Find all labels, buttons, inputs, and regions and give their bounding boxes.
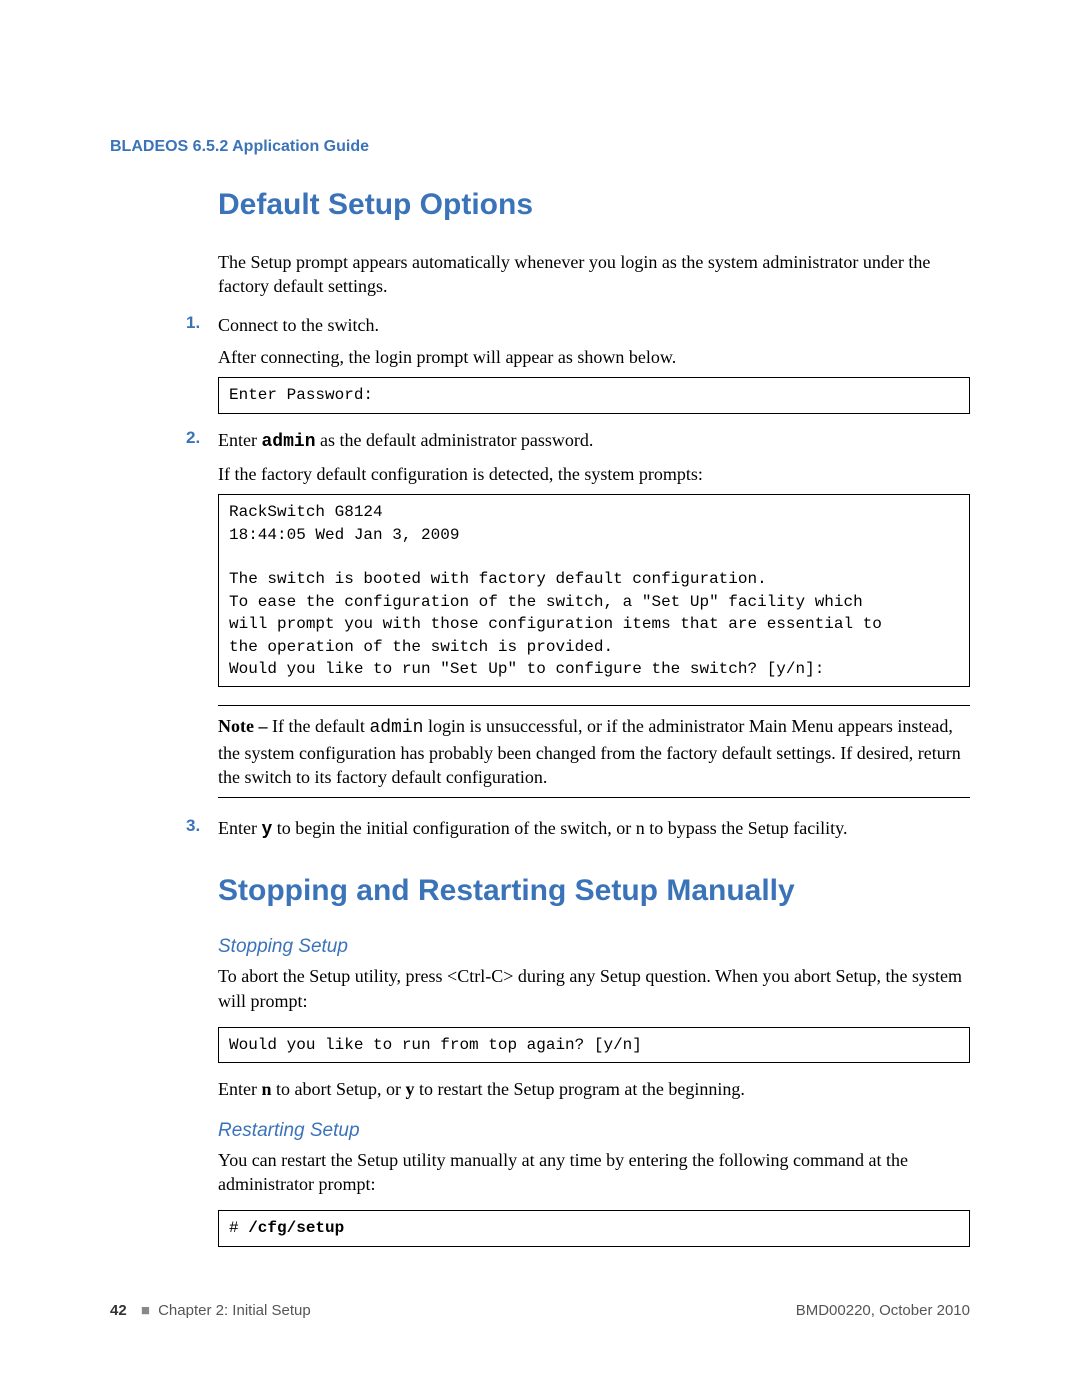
running-header: BLADEOS 6.5.2 Application Guide (110, 138, 970, 156)
restarting-paragraph: You can restart the Setup utility manual… (218, 1148, 970, 1197)
footer-left: 42 ■ Chapter 2: Initial Setup (110, 1302, 311, 1319)
note-rule-top (218, 705, 970, 706)
step-2: 2. Enter admin as the default administra… (186, 428, 970, 799)
note-text: Note – If the default admin login is uns… (218, 714, 970, 789)
step-3-text: Enter y to begin the initial configurati… (218, 816, 970, 842)
chapter-label: Chapter 2: Initial Setup (158, 1302, 311, 1319)
code-run-from-top: Would you like to run from top again? [y… (218, 1027, 970, 1063)
step-3: 3. Enter y to begin the initial configur… (186, 816, 970, 842)
subhead-restarting-setup: Restarting Setup (218, 1120, 970, 1142)
page-footer: 42 ■ Chapter 2: Initial Setup BMD00220, … (110, 1302, 970, 1319)
heading-default-setup-options: Default Setup Options (218, 188, 970, 222)
code-cfg-setup: # /cfg/setup (218, 1210, 970, 1246)
step-2-line-b: If the factory default configuration is … (218, 462, 970, 486)
heading-stopping-restarting: Stopping and Restarting Setup Manually (218, 874, 970, 908)
step-2-number: 2. (186, 428, 200, 448)
abort-restart-paragraph: Enter n to abort Setup, or y to restart … (218, 1077, 970, 1101)
subhead-stopping-setup: Stopping Setup (218, 936, 970, 958)
page-number: 42 (110, 1302, 127, 1319)
document-page: BLADEOS 6.5.2 Application Guide Default … (0, 0, 1080, 1247)
footer-right: BMD00220, October 2010 (796, 1302, 970, 1319)
step-1: 1. Connect to the switch. After connecti… (186, 313, 970, 414)
note-rule-bottom (218, 797, 970, 798)
page-content: Default Setup Options The Setup prompt a… (218, 188, 970, 1247)
step-1-number: 1. (186, 313, 200, 333)
stopping-paragraph: To abort the Setup utility, press <Ctrl-… (218, 964, 970, 1013)
intro-paragraph: The Setup prompt appears automatically w… (218, 250, 970, 299)
footer-separator-icon: ■ (141, 1302, 150, 1319)
code-enter-password: Enter Password: (218, 377, 970, 413)
step-1-line-b: After connecting, the login prompt will … (218, 345, 970, 369)
step-2-line-a: Enter admin as the default administrator… (218, 428, 970, 454)
step-3-number: 3. (186, 816, 200, 836)
step-1-line-a: Connect to the switch. (218, 313, 970, 337)
code-factory-default-prompt: RackSwitch G8124 18:44:05 Wed Jan 3, 200… (218, 494, 970, 687)
